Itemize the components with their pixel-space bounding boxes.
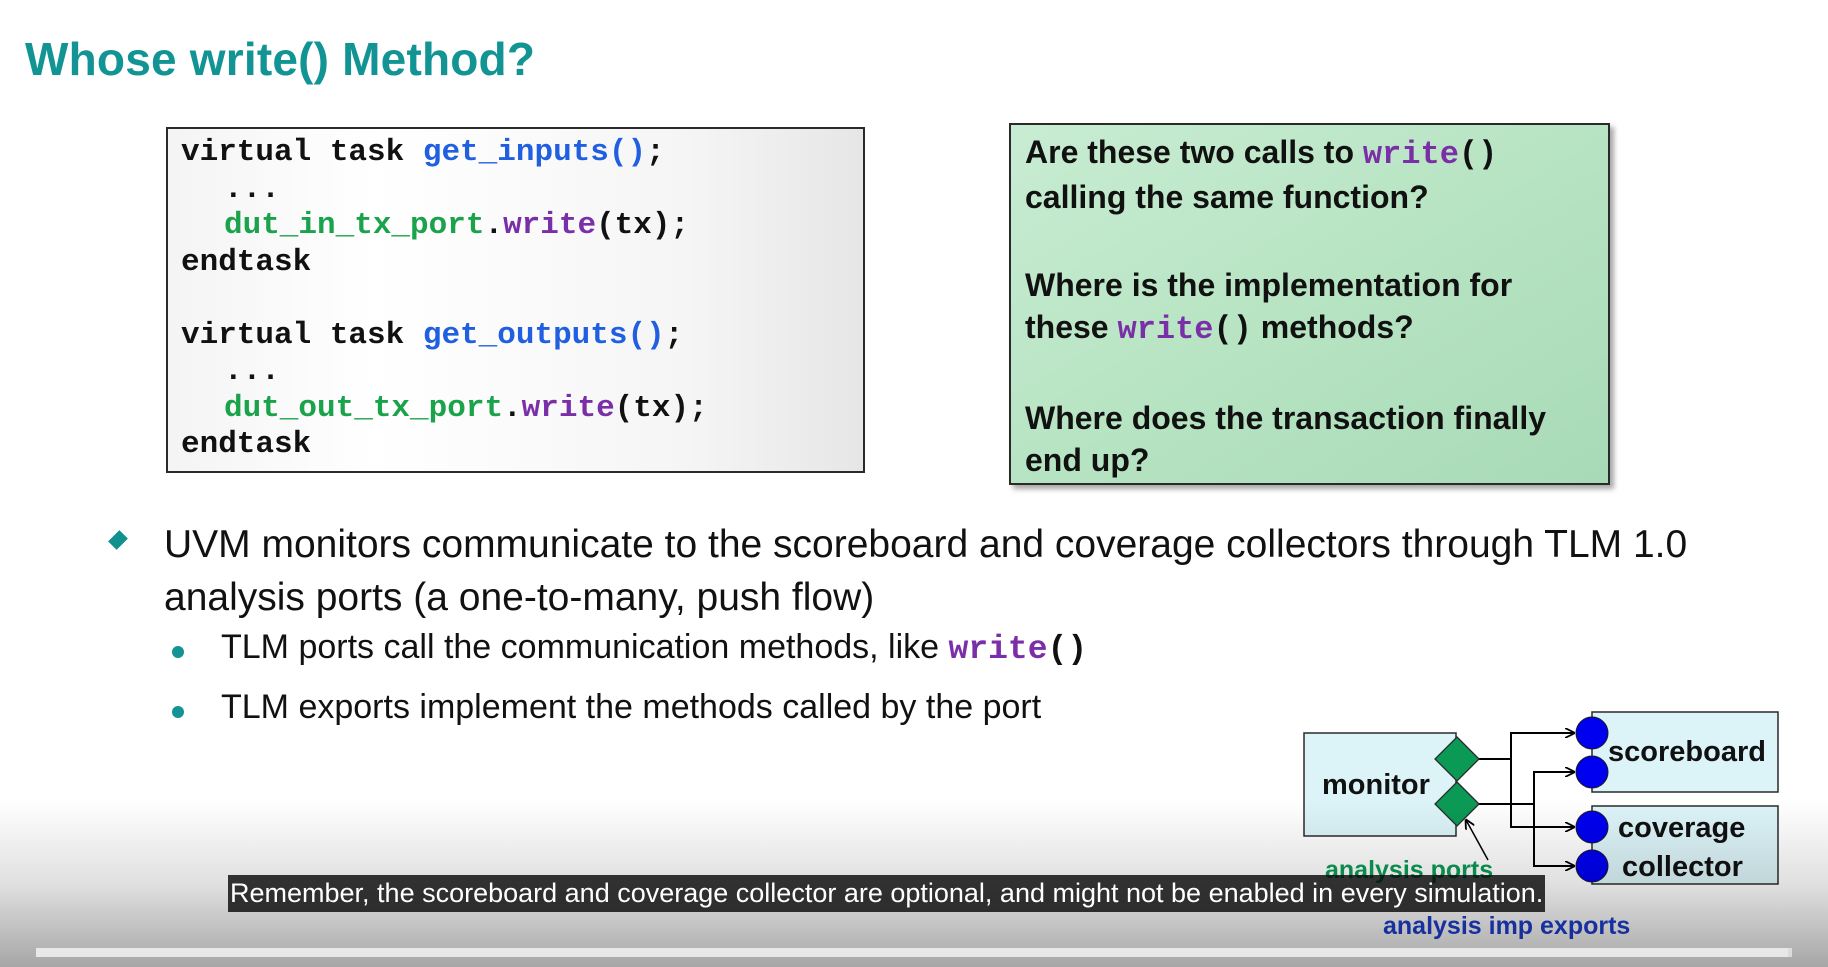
code-args: (tx); (614, 390, 708, 426)
code-task-name: get_inputs() (422, 135, 647, 170)
code-task-name: get_outputs() (422, 317, 665, 353)
connection-wire (1533, 804, 1574, 866)
code-port-name: dut_in_tx_port (224, 208, 485, 243)
questions-box: Are these two calls to write() calling t… (1009, 123, 1610, 485)
code-punct: . (484, 208, 504, 243)
analysis-imp-exports-label: analysis imp exports (1383, 912, 1630, 940)
code-keyword: virtual task (181, 317, 423, 353)
code-line: ... (181, 354, 863, 391)
coverage-label: coverage (1618, 812, 1745, 844)
code-keyword: virtual task (181, 135, 423, 170)
dot-bullet-icon (172, 646, 184, 658)
sub-bullet-1: TLM ports call the communication methods… (172, 628, 1087, 668)
code-line: virtual task get_outputs(); (181, 318, 863, 355)
diamond-bullet-icon (108, 530, 128, 550)
code-args: (tx); (596, 208, 690, 243)
code-line: virtual task get_inputs(); (181, 135, 863, 172)
sub-bullet-text: TLM exports implement the methods called… (221, 688, 1042, 726)
code-punct: . (503, 390, 522, 426)
dot-bullet-icon (172, 706, 184, 718)
connection-wire (1476, 772, 1574, 805)
video-slide-frame[interactable]: Whose write() Method? virtual task get_i… (0, 0, 1828, 967)
inline-code-method: write (948, 631, 1048, 668)
slide-title: Whose write() Method? (25, 33, 536, 85)
sub-bullet-2: TLM exports implement the methods called… (172, 688, 1041, 727)
inline-code-method: write (1362, 136, 1459, 173)
code-line: dut_in_tx_port.write(tx); (181, 208, 863, 245)
code-ellipsis: ... (224, 354, 280, 389)
connection-wire (1476, 733, 1574, 760)
analysis-imp-export-circle (1575, 755, 1609, 789)
code-port-name: dut_out_tx_port (224, 390, 504, 426)
video-progress-fill (36, 948, 1789, 957)
sub-bullet-text-part: TLM ports call the communication methods… (221, 628, 949, 666)
question-text: methods? (1251, 309, 1414, 345)
code-keyword: endtask (181, 244, 312, 280)
inline-code-paren: () (1213, 311, 1252, 348)
code-method-name: write (503, 208, 597, 243)
collector-label: collector (1622, 851, 1743, 883)
code-line: ... (181, 172, 863, 209)
inline-code-method: write (1117, 311, 1214, 348)
code-punct: ; (646, 135, 665, 170)
question-2: Where is the implementation for these wr… (1025, 264, 1594, 351)
code-line: endtask (181, 427, 863, 464)
inline-code-paren: () (1458, 136, 1498, 173)
code-ellipsis: ... (224, 171, 280, 207)
code-punct: ; (664, 317, 684, 353)
question-1: Are these two calls to write() calling t… (1025, 131, 1594, 218)
question-3: Where does the transaction finally end u… (1025, 400, 1546, 478)
scoreboard-label: scoreboard (1608, 736, 1766, 768)
inline-code-paren: () (1047, 631, 1088, 668)
code-snippet-box: virtual task get_inputs(); ... dut_in_tx… (166, 127, 865, 473)
tlm-connection-diagram: monitor scoreboard coverage collector an… (1303, 711, 1779, 940)
label-pointer-arrow (1466, 820, 1489, 861)
analysis-imp-export-circle (1575, 810, 1609, 844)
question-text: calling the same function? (1025, 179, 1429, 215)
connection-wire (1510, 759, 1574, 827)
main-bullet: UVM monitors communicate to the scoreboa… (108, 518, 1810, 624)
analysis-imp-export-circle (1575, 849, 1609, 883)
sub-bullet-text: TLM ports call the communication methods… (221, 628, 1087, 668)
main-bullet-text: UVM monitors communicate to the scoreboa… (164, 523, 1688, 619)
subtitle-caption: Remember, the scoreboard and coverage co… (228, 875, 1546, 912)
code-line: dut_out_tx_port.write(tx); (181, 391, 863, 428)
code-keyword: endtask (181, 427, 312, 462)
video-progress-bar[interactable] (36, 948, 1792, 957)
code-method-name: write (521, 390, 615, 426)
question-text: Are these two calls to (1025, 134, 1363, 170)
code-line: endtask (181, 245, 863, 282)
analysis-imp-export-circle (1575, 716, 1609, 750)
monitor-label: monitor (1322, 769, 1430, 801)
